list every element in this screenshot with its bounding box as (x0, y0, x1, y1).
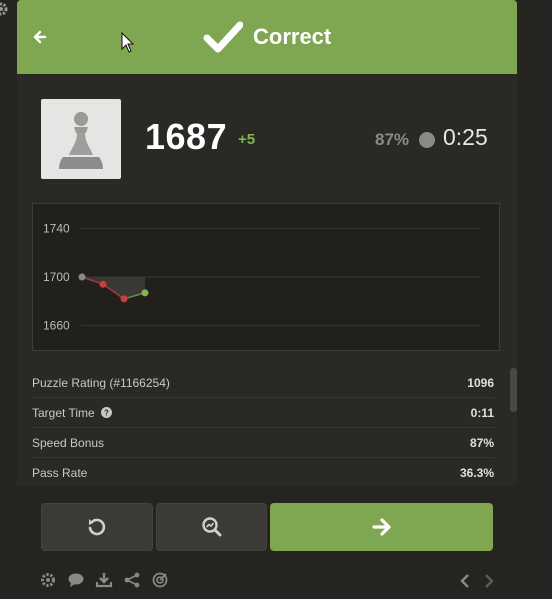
target-icon[interactable] (151, 572, 169, 588)
rating-point (141, 289, 149, 297)
status-dot (419, 132, 435, 148)
puzzle-avatar (41, 99, 121, 179)
chevron-right-icon[interactable] (483, 574, 495, 588)
analyze-button[interactable] (156, 503, 267, 551)
stat-row: Target Time? 0:11 (32, 398, 494, 428)
rating-chart-svg: 1740 1700 1660 (43, 221, 481, 333)
rating-point (99, 280, 107, 288)
status-label: Correct (253, 24, 332, 49)
puzzle-rating: 1687 (145, 116, 228, 157)
mouse-cursor-icon (121, 32, 135, 53)
footer-toolbar (39, 572, 169, 588)
analysis-icon (201, 517, 221, 537)
y-tick-label: 1660 (43, 319, 70, 333)
stat-row: Pass Rate 36.3% (32, 458, 494, 488)
stat-value: 87% (469, 436, 494, 450)
stat-label: Pass Rate (32, 466, 88, 480)
puzzle-nav (459, 574, 495, 588)
result-header: Correct (17, 0, 517, 74)
stat-label-text: Target Time (32, 406, 95, 420)
stats-list: Puzzle Rating (#1166254) 1096 Target Tim… (32, 368, 494, 488)
retry-icon (88, 518, 106, 536)
rating-delta: +5 (238, 131, 256, 148)
stat-label: Target Time? (32, 406, 112, 420)
retry-button[interactable] (41, 503, 153, 551)
back-arrow-icon[interactable] (31, 28, 49, 46)
rating-point (78, 273, 86, 281)
puzzle-result-panel: Correct 1687 +5 87% 0:25 1740 1700 1660 Pu… (17, 0, 517, 599)
stat-value: 1096 (467, 376, 494, 390)
action-bar (17, 486, 517, 599)
accuracy-percent: 87% (375, 130, 410, 149)
y-tick-label: 1740 (43, 221, 70, 235)
stat-value: 36.3% (459, 466, 494, 480)
checkmark-icon (203, 21, 243, 53)
stat-label: Speed Bonus (32, 436, 105, 450)
download-icon[interactable] (95, 572, 113, 588)
gear-icon[interactable] (0, 2, 8, 16)
svg-text:?: ? (104, 409, 109, 418)
stat-row: Puzzle Rating (#1166254) 1096 (32, 368, 494, 398)
info-icon[interactable]: ? (100, 407, 112, 418)
next-puzzle-button[interactable] (270, 503, 493, 551)
share-icon[interactable] (123, 572, 141, 588)
correct-status: Correct (203, 18, 331, 56)
rating-point (120, 295, 128, 303)
chevron-left-icon[interactable] (459, 574, 471, 588)
scrollbar-thumb[interactable] (510, 368, 517, 412)
rating-chart: 1740 1700 1660 (32, 203, 500, 351)
stat-row: Speed Bonus 87% (32, 428, 494, 458)
pawn-icon (59, 112, 103, 169)
y-tick-label: 1700 (43, 270, 70, 284)
stat-label: Puzzle Rating (#1166254) (32, 376, 170, 390)
gear-icon[interactable] (39, 572, 57, 588)
arrow-right-icon (371, 518, 391, 536)
chat-icon[interactable] (67, 572, 85, 588)
stat-value: 0:11 (470, 406, 494, 420)
timer: 0:25 (443, 124, 488, 150)
